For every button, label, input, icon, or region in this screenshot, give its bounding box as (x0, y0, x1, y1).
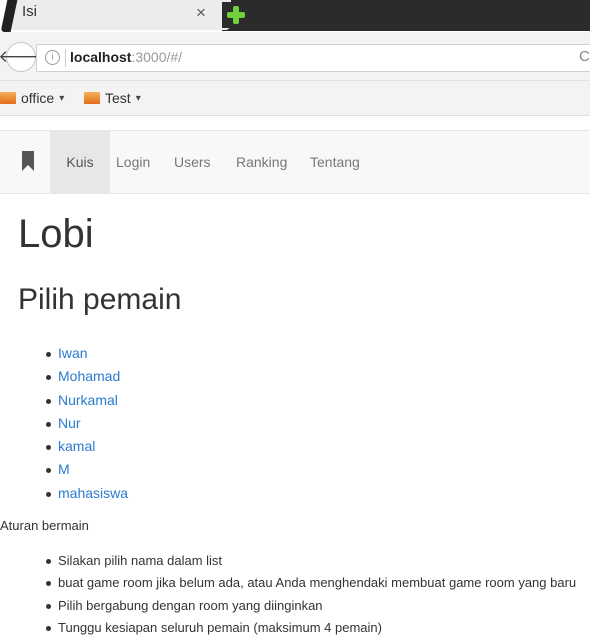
nav-item-tentang[interactable]: Tentang (310, 131, 360, 193)
url-text[interactable]: localhost:3000/#/ (70, 49, 182, 65)
nav-item-users[interactable]: Users (174, 131, 211, 193)
chevron-down-icon: ▾ (59, 92, 65, 104)
rules-heading: Aturan bermain (0, 518, 89, 533)
rule-item: Pilih bergabung dengan room yang diingin… (46, 595, 576, 617)
bookmark-label: Test (105, 90, 131, 106)
nav-item-login[interactable]: Login (116, 131, 150, 193)
url-host: localhost (70, 49, 132, 65)
reload-icon[interactable]: C (579, 48, 590, 65)
page-title: Lobi (18, 212, 94, 256)
bookmark-folder-test[interactable]: Test ▾ (84, 90, 141, 106)
rule-item: buat game room jika belum ada, atau Anda… (46, 572, 576, 594)
nav-item-ranking[interactable]: Ranking (236, 131, 287, 193)
bookmark-folder-office[interactable]: office ▾ (0, 90, 64, 106)
tab-title[interactable]: Isi (22, 3, 37, 20)
player-link[interactable]: Iwan (46, 342, 128, 365)
bookmarks-bar: office ▾ Test ▾ (0, 81, 590, 116)
folder-icon (84, 92, 100, 104)
player-link[interactable]: M (46, 458, 128, 481)
browser-tab-bar: Isi × (0, 0, 590, 32)
chevron-down-icon: ▾ (135, 92, 141, 104)
app-navbar: Kuis Login Users Ranking Tentang (0, 130, 590, 194)
player-list: Iwan Mohamad Nurkamal Nur kamal M mahasi… (46, 342, 128, 505)
new-tab-button[interactable] (222, 2, 250, 28)
tab-close-icon[interactable]: × (196, 3, 206, 23)
player-link[interactable]: mahasiswa (46, 482, 128, 505)
back-button[interactable]: 🡐 (0, 42, 44, 72)
address-toolbar: 🡐 i localhost:3000/#/ C (0, 32, 590, 81)
player-link[interactable]: Nur (46, 412, 128, 435)
bookmark-icon[interactable] (22, 151, 34, 171)
nav-item-kuis[interactable]: Kuis (50, 131, 110, 193)
url-separator (65, 49, 66, 67)
rule-item: Silakan pilih nama dalam list (46, 550, 576, 572)
section-title: Pilih pemain (18, 283, 182, 316)
url-field[interactable]: i localhost:3000/#/ C (36, 44, 590, 72)
tab-strip-background (222, 0, 590, 31)
player-link[interactable]: kamal (46, 435, 128, 458)
player-link[interactable]: Nurkamal (46, 389, 128, 412)
info-icon[interactable]: i (45, 50, 60, 65)
rules-list: Silakan pilih nama dalam list buat game … (46, 550, 576, 639)
url-path: :3000/#/ (131, 49, 183, 65)
rule-item: Tunggu kesiapan seluruh pemain (maksimum… (46, 617, 576, 639)
player-link[interactable]: Mohamad (46, 365, 128, 388)
bookmark-label: office (21, 90, 55, 106)
plus-icon (227, 6, 245, 24)
folder-icon (0, 92, 16, 104)
